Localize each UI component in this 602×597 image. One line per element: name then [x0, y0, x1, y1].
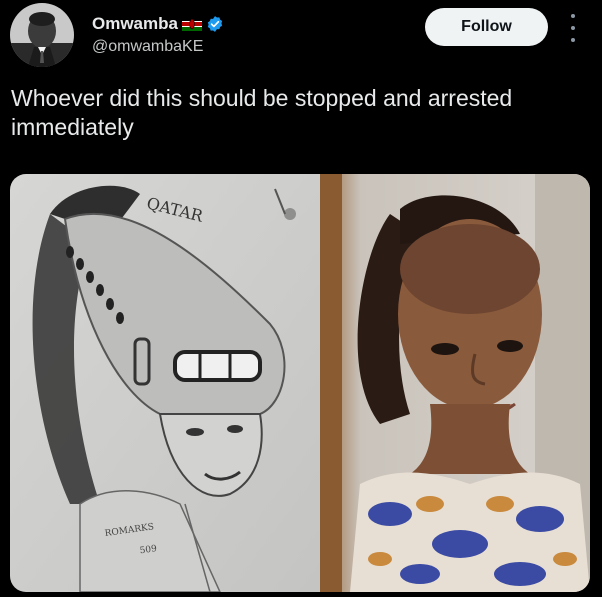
- tweet-text: Whoever did this should be stopped and a…: [11, 85, 513, 140]
- verified-badge-icon: [206, 15, 224, 33]
- photo-image[interactable]: [320, 174, 590, 592]
- author-handle[interactable]: @omwambaKE: [92, 38, 203, 56]
- tweet: Omwamba @omwambaKE Follow Whoever did th…: [0, 0, 602, 597]
- sketch-image[interactable]: QATAR ROMARKS 509: [10, 174, 320, 592]
- display-name[interactable]: Omwamba: [92, 14, 178, 34]
- author-name-row: Omwamba: [92, 13, 224, 35]
- kenya-flag-icon: [181, 17, 202, 31]
- tweet-media[interactable]: QATAR ROMARKS 509: [10, 174, 590, 592]
- more-options-icon[interactable]: [566, 14, 580, 42]
- avatar[interactable]: [10, 3, 74, 67]
- follow-button[interactable]: Follow: [425, 8, 548, 46]
